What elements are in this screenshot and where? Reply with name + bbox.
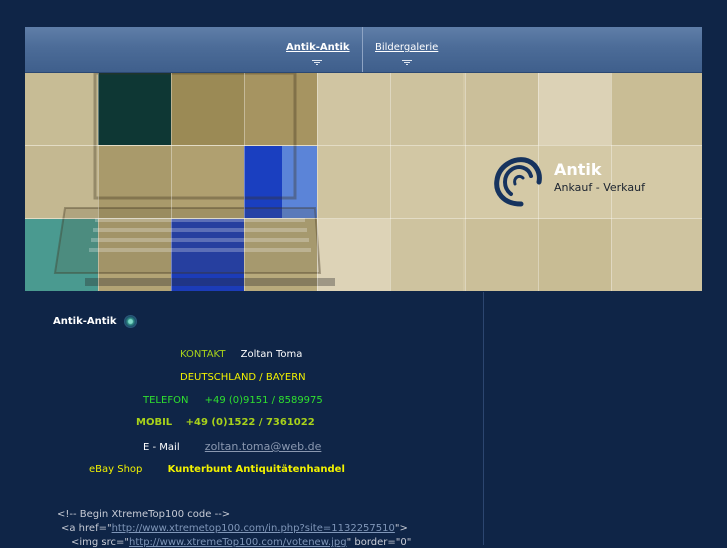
grid-line [25,218,702,219]
banner-tile [611,219,702,291]
header-banner: Antik Ankauf - Verkauf [25,73,702,291]
xtremetop-in-link[interactable]: http://www.xtremetop100.com/in.php?site=… [112,523,395,534]
code-text: " border="0" [346,537,412,548]
mobil-number: +49 (0)1522 / 7361022 [185,417,315,428]
xtremetop-img-link[interactable]: http://www.xtremeTop100.com/votenew.jpg [129,537,347,548]
nav-item-antik-antik[interactable]: Antik-Antik [286,42,350,53]
telefon-number: +49 (0)9151 / 8589975 [204,395,323,406]
banner-tile [390,219,463,291]
shop-name[interactable]: Kunterbunt Antiquitätenhandel [168,464,345,475]
code-text: <a href=" [61,523,112,534]
region-text: DEUTSCHLAND / BAYERN [180,372,306,383]
grid-line [390,73,391,291]
nav-arrow-icon [402,60,412,65]
code-comment-line: <!-- Begin XtremeTop100 code --> [57,509,231,520]
nav-arrow-icon [312,60,322,65]
kontakt-row: KONTAKT Zoltan Toma [180,349,302,360]
code-text: <img src=" [71,537,130,548]
banner-tile [390,146,463,218]
column-divider [483,292,484,545]
banner-tile [538,73,611,145]
grid-line [317,73,318,291]
kontakt-name: Zoltan Toma [240,349,303,360]
spiral-logo-icon [494,157,542,207]
bullet-orb-icon [124,315,137,328]
banner-tile [611,73,702,145]
shop-row: eBay Shop Kunterbunt Antiquitätenhandel [89,464,345,475]
top-navigation-bar: Antik-Antik Bildergalerie [25,27,702,73]
mobil-label: MOBIL [136,417,173,428]
banner-tile [465,219,538,291]
code-text: "> [394,523,408,534]
logo-subtitle: Ankauf - Verkauf [554,181,645,194]
nav-separator [362,27,363,72]
grid-line [98,73,99,291]
logo-block: Antik Ankauf - Verkauf [465,146,702,218]
code-anchor-line: <a href="http://www.xtremetop100.com/in.… [61,523,408,534]
grid-line [171,73,172,291]
email-row: E - Mail zoltan.toma@web.de [143,440,321,453]
laptop-illustration [53,73,335,286]
code-img-line: <img src="http://www.xtremeTop100.com/vo… [71,537,411,548]
email-link[interactable]: zoltan.toma@web.de [205,440,322,453]
page: Antik-Antik Bildergalerie Antik Ankauf -… [0,0,727,548]
mobil-row: MOBIL +49 (0)1522 / 7361022 [136,417,315,428]
banner-tile [538,219,611,291]
banner-tile [465,73,538,145]
email-label: E - Mail [143,442,180,453]
banner-tile [390,73,463,145]
telefon-row: TELEFON +49 (0)9151 / 8589975 [143,395,323,406]
section-title: Antik-Antik [53,316,117,327]
kontakt-label: KONTAKT [180,349,226,360]
ebay-shop-label[interactable]: eBay Shop [89,464,142,475]
nav-item-bildergalerie[interactable]: Bildergalerie [375,42,438,53]
logo-title: Antik [554,160,602,179]
telefon-label: TELEFON [143,395,189,406]
grid-line [244,73,245,291]
